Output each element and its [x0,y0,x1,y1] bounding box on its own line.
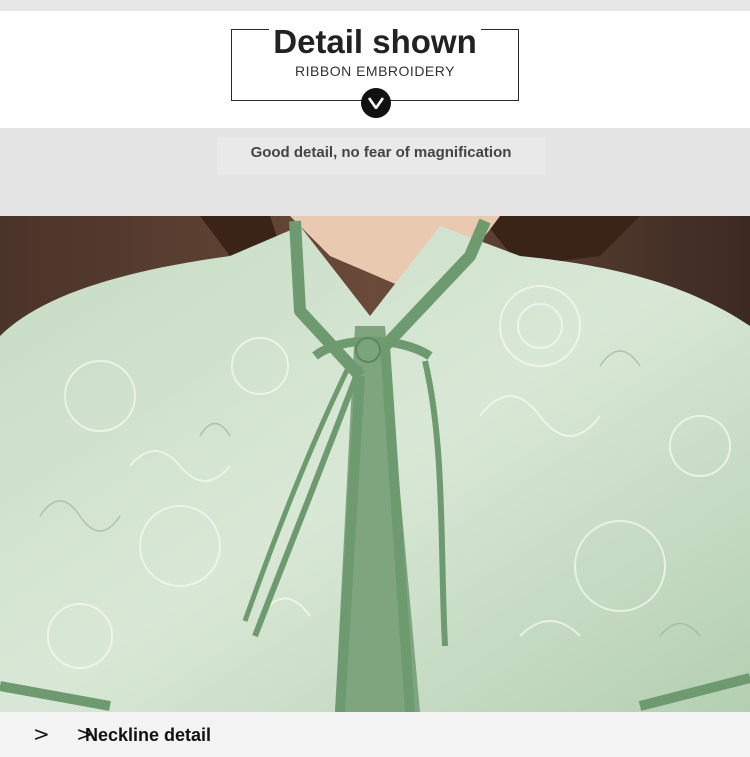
section-subtitle: RIBBON EMBROIDERY [295,63,455,79]
tagline-text: Good detail, no fear of magnification [250,144,512,161]
section-title: Detail shown [0,23,750,60]
top-strip [0,0,750,11]
chevron-down-icon [361,88,391,118]
product-photo [0,216,750,712]
section-title-text: Detail shown [269,23,481,60]
footer-label: Neckline detail [85,725,212,745]
